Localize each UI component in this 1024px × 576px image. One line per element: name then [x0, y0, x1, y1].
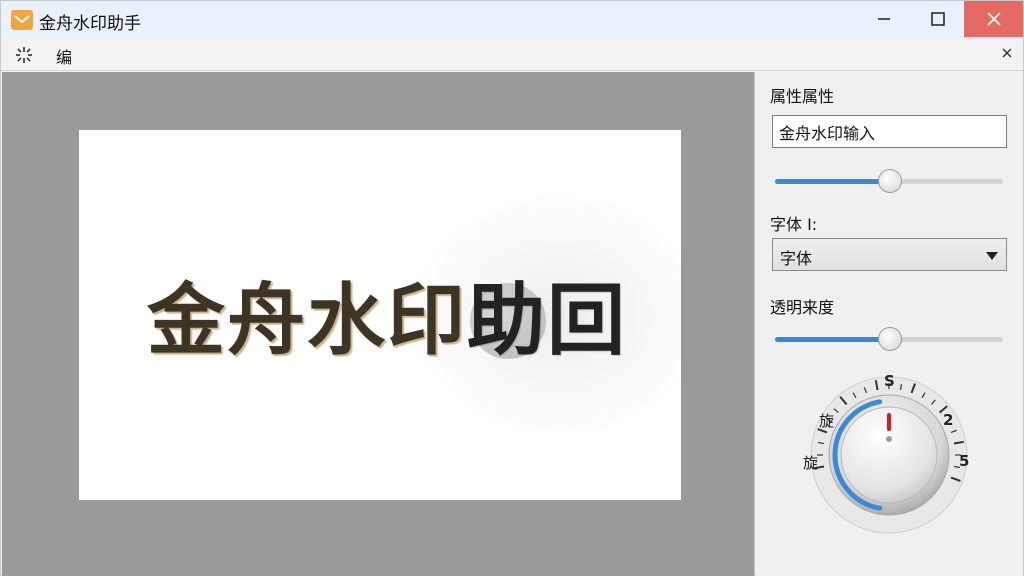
dial-label-left-top: 旋 [819, 412, 835, 430]
size-slider[interactable] [775, 169, 1003, 193]
watermark-text-part2: 助回 [467, 276, 628, 366]
opacity-slider-fill [775, 337, 890, 342]
close-button[interactable] [964, 1, 1023, 37]
font-label: 字体 ꓲ: [770, 215, 818, 234]
dial-label-left: 旋 [803, 454, 819, 472]
menu-bar: 编 [1, 39, 1023, 71]
dial-label-right-top: 2 [943, 411, 954, 429]
watermark-text[interactable]: 金舟水印助回 [147, 258, 627, 370]
dial-label-top: S [884, 372, 895, 390]
envelope-icon [11, 10, 33, 30]
menu-edit[interactable]: 编 [56, 44, 72, 68]
properties-panel: 属性属性 字体 ꓲ: 字体 透明来度 [756, 72, 1023, 576]
watermark-text-input[interactable] [772, 115, 1007, 148]
window-title: 金舟水印助手 [39, 14, 141, 34]
maximize-icon [931, 12, 945, 26]
preview-canvas: 金舟水印助回 [2, 72, 755, 576]
watermark-text-part1: 金舟水印 [147, 276, 468, 366]
app-window: 金舟水印助手 编 金舟水印助回 属性属性 金舟水印输入 字体 ꓲ: 字体 透明来… [0, 0, 1024, 576]
maximize-button[interactable] [915, 1, 961, 37]
opacity-slider[interactable] [775, 327, 1003, 351]
font-select-value: 字体 [780, 249, 813, 268]
size-slider-fill [775, 179, 890, 184]
minimize-icon [878, 18, 890, 20]
close-icon [986, 12, 1001, 26]
image-preview[interactable]: 金舟水印助回 [79, 130, 681, 500]
rotation-knob[interactable] [756, 367, 1023, 576]
font-select[interactable]: 字体 [772, 238, 1007, 271]
title-bar: 金舟水印助手 [1, 1, 1023, 39]
sparkle-icon[interactable] [13, 45, 35, 65]
dial-label-right: 5 [959, 452, 970, 470]
knob-center-dot [886, 436, 892, 442]
chevron-down-icon [986, 252, 998, 260]
size-slider-thumb[interactable] [878, 169, 902, 193]
opacity-label: 透明来度 [770, 298, 835, 317]
properties-label: 属性属性 [770, 87, 835, 106]
opacity-slider-thumb[interactable] [878, 327, 902, 351]
close-icon[interactable] [999, 45, 1015, 61]
minimize-button[interactable] [861, 1, 907, 37]
